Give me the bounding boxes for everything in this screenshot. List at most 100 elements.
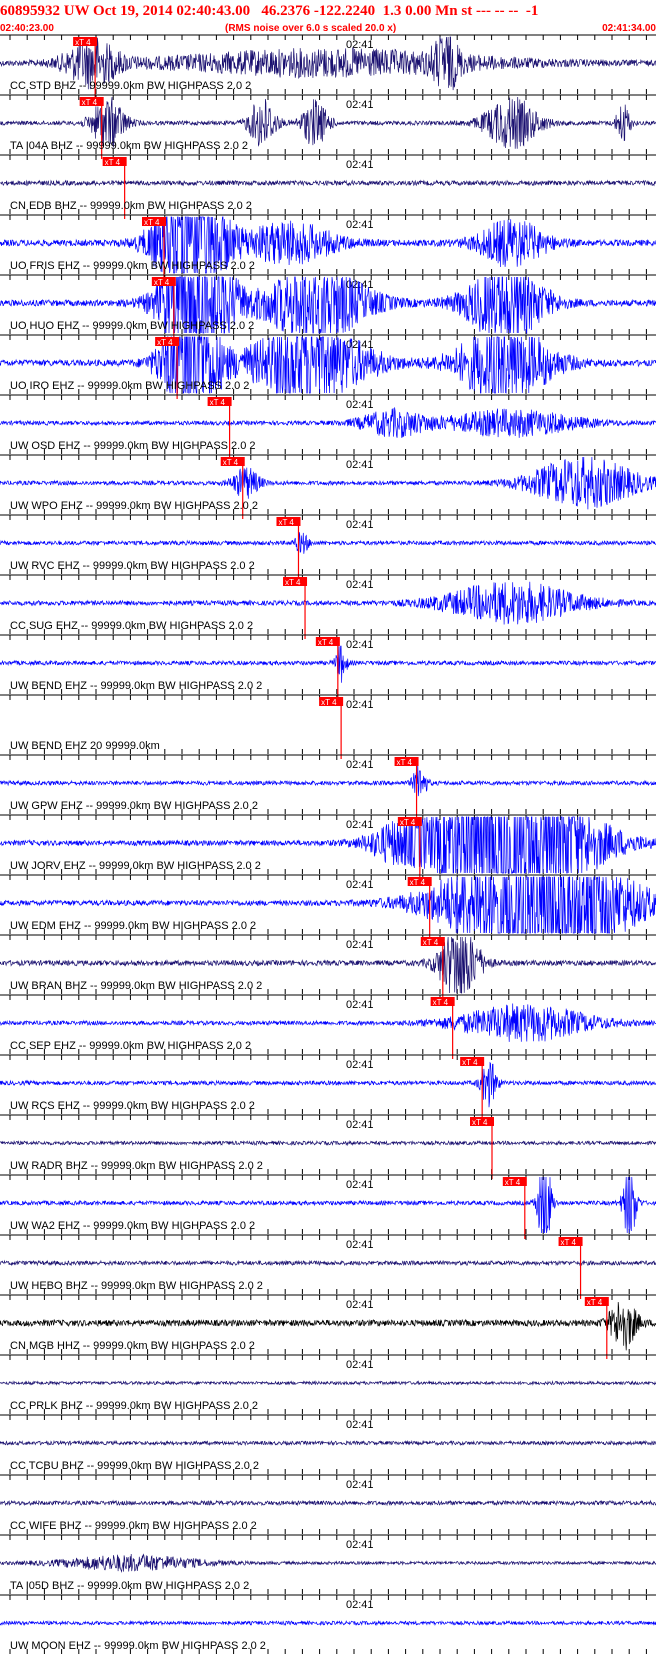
waveform	[0, 1139, 656, 1147]
minute-label: 02:41	[346, 219, 374, 231]
pick-label: xT 4	[561, 1238, 577, 1247]
pick-label: xT 4	[144, 218, 160, 227]
pick-label: xT 4	[587, 1298, 603, 1307]
station-label: UW EDM EHZ -- 99999.0km BW HIGHPASS 2.0 …	[10, 920, 256, 932]
waveform	[0, 1003, 656, 1042]
trace-row: 02:41 xT 4 CC SUG EHZ -- 99999.0km BW HIGH…	[0, 574, 656, 639]
station-label: TA I05D BHZ -- 99999.0km BW HIGHPASS 2.0…	[10, 1580, 249, 1592]
trace-row: 02:41xT 4UO IRO EHZ -- 99999.0km BW HIGH…	[0, 334, 656, 399]
station-label: UW MOON EHZ -- 99999.0km BW HIGHPASS 2.0…	[10, 1640, 266, 1652]
trace-row: 02:41 xT 4 UW JORV EHZ -- 99999.0km BW HIG…	[0, 814, 656, 879]
pick-label: xT 4	[423, 938, 439, 947]
trace-row: 02:41 xT 4 CN MGB HHZ -- 99999.0km BW HIGH…	[0, 1294, 656, 1359]
minute-label: 02:41	[346, 1299, 374, 1311]
trace-row: 02:41xT 4UO HUO EHZ -- 99999.0km BW HIGH…	[0, 274, 656, 339]
pick-label: xT 4	[472, 1118, 488, 1127]
station-label: UW BEND EHZ 20 99999.0km	[10, 740, 160, 752]
waveform	[0, 1619, 656, 1627]
trace-row: 02:41 UW MOON EHZ -- 99999.0km BW HIGHPAS…	[0, 1594, 656, 1654]
waveform	[0, 1439, 656, 1447]
minute-label: 02:41	[346, 1059, 374, 1071]
waveform	[0, 645, 656, 683]
waveform	[0, 581, 656, 625]
minute-label: 02:41	[346, 99, 374, 111]
waveform	[0, 764, 656, 797]
minute-label: 02:41	[346, 939, 374, 951]
minute-label: 02:41	[346, 579, 374, 591]
pick-label: xT 4	[75, 38, 91, 47]
minute-label: 02:41	[346, 519, 374, 531]
pick-label: xT 4	[210, 398, 226, 407]
station-label: CC SUG EHZ -- 99999.0km BW HIGHPASS 2.0 …	[10, 620, 253, 632]
pick-label: xT 4	[82, 98, 98, 107]
waveform	[0, 407, 656, 438]
minute-label: 02:41	[346, 459, 374, 471]
minute-label: 02:41	[346, 1419, 374, 1431]
pick-label: xT 4	[285, 578, 301, 587]
pick-label: xT 4	[157, 338, 173, 347]
waveform	[0, 1380, 656, 1386]
trace-row: 02:41 xT 4 UW RVC EHZ -- 99999.0km BW HIGH…	[0, 514, 656, 579]
pick-label: xT 4	[278, 518, 294, 527]
station-label: CC TCBU BHZ -- 99999.0km BW HIGHPASS 2.0…	[10, 1460, 259, 1472]
waveform	[0, 1259, 656, 1267]
minute-label: 02:41	[346, 1119, 374, 1131]
trace-row: 02:41 xT 4 UW RCS EHZ -- 99999.0km BW HIGH…	[0, 1054, 656, 1119]
station-label: CN EDB BHZ -- 99999.0km BW HIGHPASS 2.0 …	[10, 200, 252, 212]
station-label: CC WIFE BHZ -- 99999.0km BW HIGHPASS 2.0…	[10, 1520, 257, 1532]
station-label: UW GPW EHZ -- 99999.0km BW HIGHPASS 2.0 …	[10, 800, 258, 812]
pick-label: xT 4	[505, 1178, 521, 1187]
pick-label: xT 4	[400, 818, 416, 827]
pick-label: xT 4	[433, 998, 449, 1007]
minute-label: 02:41	[346, 1239, 374, 1251]
trace-row: 02:41 CC WIFE BHZ -- 99999.0km BW HIGHPAS…	[0, 1474, 656, 1534]
minute-label: 02:41	[346, 399, 374, 411]
minute-label: 02:41	[346, 1479, 374, 1491]
minute-label: 02:41	[346, 1359, 374, 1371]
waveform	[0, 1553, 656, 1573]
trace-row: 02:41 xT 4 UW BEND EHZ -- 99999.0km BW HIG…	[0, 634, 656, 699]
station-label: UW BRAN BHZ -- 99999.0km BW HIGHPASS 2.0…	[10, 980, 262, 992]
station-label: UW BEND EHZ -- 99999.0km BW HIGHPASS 2.0…	[10, 680, 262, 692]
station-label: CC PRLK BHZ -- 99999.0km BW HIGHPASS 2.0…	[10, 1400, 258, 1412]
trace-row: 02:41 xT 4 UW EDM EHZ -- 99999.0km BW HIGH…	[0, 874, 656, 939]
waveform	[0, 532, 656, 554]
trace-row: 02:41 xT 4 CN EDB BHZ -- 99999.0km BW HIGH…	[0, 154, 656, 219]
minute-label: 02:41	[346, 1599, 374, 1611]
seismogram-panel: 02:41 xT 4 CC STD BHZ -- 99999.0km BW HIGH…	[0, 34, 656, 1654]
trace-row: 02:41 xT 4 UW RADR BHZ -- 99999.0km BW HIG…	[0, 1114, 656, 1179]
trace-row: 02:41 TA I05D BHZ -- 99999.0km BW HIGHPAS…	[0, 1534, 656, 1594]
minute-label: 02:41	[346, 1539, 374, 1551]
waveform	[0, 1499, 656, 1507]
trace-row: 02:41 xT 4 UW BEND EHZ 20 99999.0km	[0, 694, 656, 759]
trace-row: 02:41 xT 4 CC SEP EHZ -- 99999.0km BW HIGH…	[0, 994, 656, 1059]
minute-label: 02:41	[346, 759, 374, 771]
pick-label: xT 4	[318, 638, 334, 647]
station-label: UO FRIS EHZ -- 99999.0km BW HIGHPASS 2.0…	[10, 260, 255, 272]
minute-label: 02:41	[346, 879, 374, 891]
trace-row: 02:41 xT 4 UW WPO EHZ -- 99999.0km BW HIGH…	[0, 454, 656, 519]
trace-row: 02:41 xT 4 UW GPW EHZ -- 99999.0km BW HIGH…	[0, 754, 656, 819]
pick-label: xT 4	[462, 1058, 478, 1067]
station-label: UO IRO EHZ -- 99999.0km BW HIGHPASS 2.0 …	[10, 380, 249, 392]
pick-label: xT 4	[223, 458, 239, 467]
trace-row: 02:41 xT 4 UO FRIS EHZ -- 99999.0km BW HIG…	[0, 214, 656, 279]
trace-row: 02:41 CC TCBU BHZ -- 99999.0km BW HIGHPAS…	[0, 1414, 656, 1474]
pick-label: xT 4	[321, 698, 337, 707]
trace-row: 02:41 xT 4 UW WA2 EHZ -- 99999.0km BW HIGH…	[0, 1174, 656, 1239]
pick-label: xT 4	[410, 878, 426, 887]
station-label: UW RCS EHZ -- 99999.0km BW HIGHPASS 2.0 …	[10, 1100, 255, 1112]
minute-label: 02:41	[346, 639, 374, 651]
station-label: UW WPO EHZ -- 99999.0km BW HIGHPASS 2.0 …	[10, 500, 258, 512]
station-label: CC SEP EHZ -- 99999.0km BW HIGHPASS 2.0 …	[10, 1040, 251, 1052]
station-label: TA I04A BHZ -- 99999.0km BW HIGHPASS 2.0…	[10, 140, 248, 152]
station-label: UW JORV EHZ -- 99999.0km BW HIGHPASS 2.0…	[10, 860, 261, 872]
station-label: UW WA2 EHZ -- 99999.0km BW HIGHPASS 2.0 …	[10, 1220, 255, 1232]
pick-label: xT 4	[397, 758, 413, 767]
pick-label: xT 4	[154, 278, 170, 287]
pick-label: xT 4	[105, 158, 121, 167]
station-label: UO HUO EHZ -- 99999.0km BW HIGHPASS 2.0 …	[10, 320, 254, 332]
station-label: UW HEBO BHZ -- 99999.0km BW HIGHPASS 2.0…	[10, 1280, 263, 1292]
trace-row: 02:41 CC PRLK BHZ -- 99999.0km BW HIGHPAS…	[0, 1354, 656, 1414]
trace-row: 02:41 xT 4 UW HEBO BHZ -- 99999.0km BW HIG…	[0, 1234, 656, 1299]
